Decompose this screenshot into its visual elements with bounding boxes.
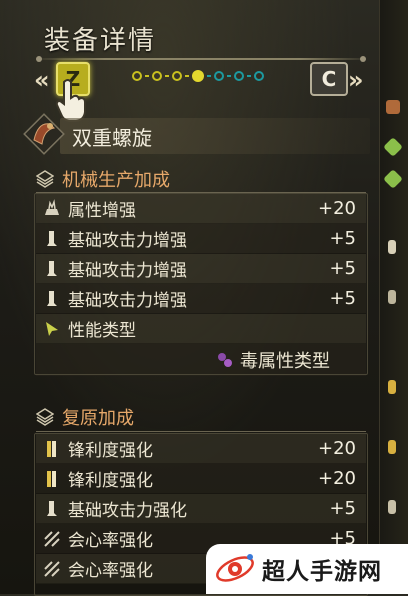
page-dot[interactable] — [254, 71, 264, 81]
page-dot-active[interactable] — [192, 70, 204, 82]
weapon-icon — [23, 113, 65, 155]
prev-arrow-icon[interactable]: « — [34, 66, 50, 94]
site-logo-icon — [216, 554, 254, 582]
title-divider-end — [36, 56, 42, 62]
section-divider — [36, 431, 366, 432]
section-header-machine-bonus: 机械生产加成 — [36, 166, 170, 192]
adjacent-item-icon — [386, 100, 400, 114]
page-title: 装备详情 — [44, 26, 157, 56]
adjacent-panel-edge — [379, 0, 408, 594]
adjacent-item-icon — [388, 380, 396, 394]
page-dot[interactable] — [214, 71, 224, 81]
bonus-icon — [36, 170, 54, 188]
adjacent-item-icon — [383, 169, 403, 189]
adjacent-item-icon — [388, 290, 396, 304]
section-title: 复原加成 — [62, 408, 134, 429]
adjacent-item-icon — [388, 440, 396, 454]
section-frame — [34, 193, 368, 375]
page-dot[interactable] — [152, 71, 162, 81]
adjacent-item-icon — [388, 240, 396, 254]
adjacent-item-icon — [388, 500, 396, 514]
page-dot[interactable] — [172, 71, 182, 81]
section-header-restore-bonus: 复原加成 — [36, 404, 134, 430]
title-divider — [40, 58, 364, 60]
site-watermark: 超人手游网 — [206, 544, 408, 594]
page-dot[interactable] — [234, 71, 244, 81]
title-divider-end — [360, 56, 366, 62]
page-dot[interactable] — [132, 71, 142, 81]
watermark-text: 超人手游网 — [262, 559, 382, 585]
page-indicator[interactable] — [132, 70, 267, 82]
next-arrow-icon[interactable]: » — [348, 66, 364, 94]
section-title: 机械生产加成 — [62, 170, 170, 191]
next-key-button[interactable]: C — [310, 62, 348, 96]
adjacent-item-icon — [383, 137, 403, 157]
weapon-name: 双重螺旋 — [72, 126, 152, 150]
bonus-icon — [36, 408, 54, 426]
